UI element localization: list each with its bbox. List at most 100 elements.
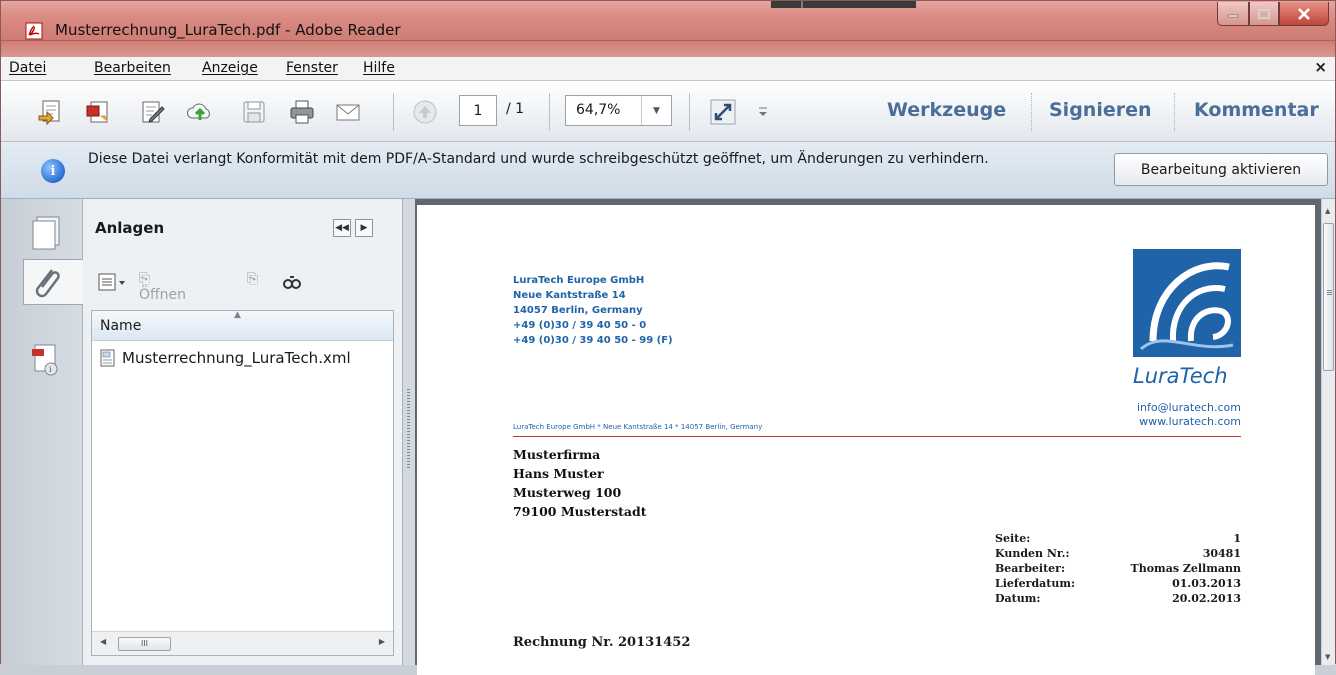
save-attachment-icon[interactable]: ⎘ xyxy=(247,271,258,287)
meta-row: Kunden Nr.: 30481 xyxy=(995,546,1241,561)
meta-label: Lieferdatum: xyxy=(995,577,1076,590)
meta-row: Datum: 20.02.2013 xyxy=(995,591,1241,606)
panel-title: Anlagen xyxy=(95,219,165,237)
toolbar-separator xyxy=(549,93,550,131)
email-icon[interactable] xyxy=(334,98,362,126)
open-icon: ⎘ xyxy=(139,271,151,287)
pdf-icon xyxy=(25,22,43,40)
contact-website: www.luratech.com xyxy=(1139,415,1241,428)
scroll-up-icon[interactable]: ▲ xyxy=(1325,207,1330,215)
meta-value: 20.02.2013 xyxy=(1172,592,1241,605)
vertical-scrollbar[interactable]: ▲ ▼ xyxy=(1321,199,1335,665)
link-separator xyxy=(1174,93,1175,131)
find-icon[interactable] xyxy=(281,271,303,293)
xml-file-icon xyxy=(100,349,115,367)
document-page: LuraTech Europe GmbH Neue Kantstraße 14 … xyxy=(417,205,1315,675)
meta-value: Thomas Zellmann xyxy=(1130,562,1241,575)
attachments-tab[interactable] xyxy=(23,259,83,305)
meta-row: Seite: 1 xyxy=(995,531,1241,546)
meta-row: Lieferdatum: 01.03.2013 xyxy=(995,576,1241,591)
menu-anzeige[interactable]: Anzeige xyxy=(202,60,258,76)
close-document-button[interactable]: × xyxy=(1314,58,1327,76)
page-number-input[interactable]: 1 xyxy=(459,95,497,126)
zoom-dropdown-button[interactable]: ▼ xyxy=(641,96,671,125)
kommentar-link[interactable]: Kommentar xyxy=(1194,99,1319,121)
scroll-right-icon[interactable]: ▶ xyxy=(379,637,385,646)
title-bar[interactable]: Musterrechnung_LuraTech.pdf - Adobe Read… xyxy=(1,1,1335,41)
werkzeuge-link[interactable]: Werkzeuge xyxy=(887,99,1006,121)
signieren-link[interactable]: Signieren xyxy=(1049,99,1152,121)
meta-value: 01.03.2013 xyxy=(1172,577,1241,590)
options-icon[interactable] xyxy=(97,271,127,293)
toolbar-separator xyxy=(393,93,394,131)
close-button[interactable] xyxy=(1279,2,1329,26)
meta-value: 30481 xyxy=(1202,547,1241,560)
minimize-icon xyxy=(1227,14,1239,17)
list-header[interactable]: ▲ Name xyxy=(92,310,393,341)
sender-line: LuraTech Europe GmbH xyxy=(513,275,645,286)
sender-address: LuraTech Europe GmbH Neue Kantstraße 14 … xyxy=(513,273,673,348)
open-label: Öffnen xyxy=(139,287,187,303)
recipient-line: Musterweg 100 xyxy=(513,485,622,500)
chevron-right-icon: ▶ xyxy=(360,223,368,233)
header-rule xyxy=(513,436,1241,437)
meta-label: Seite: xyxy=(995,532,1031,545)
maximize-button[interactable] xyxy=(1249,2,1279,26)
contact-email: info@luratech.com xyxy=(1136,401,1241,414)
meta-value: 1 xyxy=(1233,532,1241,545)
info-icon: i xyxy=(41,159,65,183)
panel-controls: ◀◀ ▶ xyxy=(333,219,373,237)
horizontal-scrollbar[interactable]: ◀ III ▶ xyxy=(92,631,393,655)
zoom-select[interactable]: 64,7% ▼ xyxy=(565,95,672,126)
return-address: LuraTech Europe GmbH * Neue Kantstraße 1… xyxy=(513,423,763,431)
fit-window-icon[interactable] xyxy=(709,98,737,126)
expand-panel-button[interactable]: ▶ xyxy=(355,219,373,237)
chevron-down-icon: ▼ xyxy=(653,105,660,116)
open-attachment-button[interactable]: ⎘ Öffnen xyxy=(139,271,186,303)
scroll-left-icon[interactable]: ◀ xyxy=(100,637,106,646)
sort-ascending-icon: ▲ xyxy=(234,310,241,320)
more-tools-icon[interactable] xyxy=(756,105,770,119)
close-icon xyxy=(1298,7,1310,20)
contact-info: info@luratech.com www.luratech.com xyxy=(1137,401,1241,429)
menu-datei[interactable]: Datei xyxy=(9,60,46,76)
window-controls xyxy=(1217,2,1329,28)
minimize-button[interactable] xyxy=(1217,2,1249,26)
recipient-line: Hans Muster xyxy=(513,466,604,481)
attachments-panel: Anlagen ◀◀ ▶ ⎘ Öffnen ⎘ ▲ Name Musterrec… xyxy=(83,199,403,665)
cloud-upload-icon[interactable] xyxy=(186,98,214,126)
save-icon[interactable] xyxy=(240,98,268,126)
pages-icon[interactable] xyxy=(23,209,69,255)
invoice-meta: Seite: 1 Kunden Nr.: 30481 Bearbeiter: Thom… xyxy=(995,531,1241,606)
enable-editing-button[interactable]: Bearbeitung aktivieren xyxy=(1114,153,1328,186)
link-separator xyxy=(1031,93,1032,131)
scroll-thumb[interactable]: III xyxy=(118,637,171,651)
panel-splitter[interactable] xyxy=(403,199,415,665)
document-properties-icon[interactable]: i xyxy=(23,337,69,383)
menu-hilfe[interactable]: Hilfe xyxy=(363,60,395,76)
title-bar-lower xyxy=(1,41,1335,57)
meta-label: Bearbeiter: xyxy=(995,562,1066,575)
list-item[interactable]: Musterrechnung_LuraTech.xml xyxy=(100,349,351,367)
scroll-down-icon[interactable]: ▼ xyxy=(1325,653,1330,661)
print-icon[interactable] xyxy=(288,98,316,126)
edit-pdf-icon[interactable] xyxy=(138,98,166,126)
svg-text:i: i xyxy=(49,365,52,374)
vertical-scroll-thumb[interactable] xyxy=(1323,223,1334,371)
previous-page-icon[interactable] xyxy=(411,98,439,126)
sender-line: +49 (0)30 / 39 40 50 - 0 xyxy=(513,320,647,331)
logo-text: LuraTech xyxy=(1133,364,1228,388)
toolbar: 1 / 1 64,7% ▼ Werkzeuge Signieren Kommen… xyxy=(1,81,1335,142)
convert-pdf-icon[interactable] xyxy=(85,98,113,126)
meta-label: Datum: xyxy=(995,592,1041,605)
collapse-panel-button[interactable]: ◀◀ xyxy=(333,219,351,237)
menu-fenster[interactable]: Fenster xyxy=(286,60,338,76)
window-title: Musterrechnung_LuraTech.pdf - Adobe Read… xyxy=(55,21,401,39)
attachments-list: ▲ Name Musterrechnung_LuraTech.xml ◀ III… xyxy=(91,310,394,656)
maximize-icon xyxy=(1258,8,1270,19)
page-total: / 1 xyxy=(506,101,525,117)
menu-bearbeiten[interactable]: Bearbeiten xyxy=(94,60,171,76)
create-pdf-icon[interactable] xyxy=(37,98,65,126)
sender-line: 14057 Berlin, Germany xyxy=(513,305,643,316)
luratech-logo: LuraTech xyxy=(1133,249,1241,388)
